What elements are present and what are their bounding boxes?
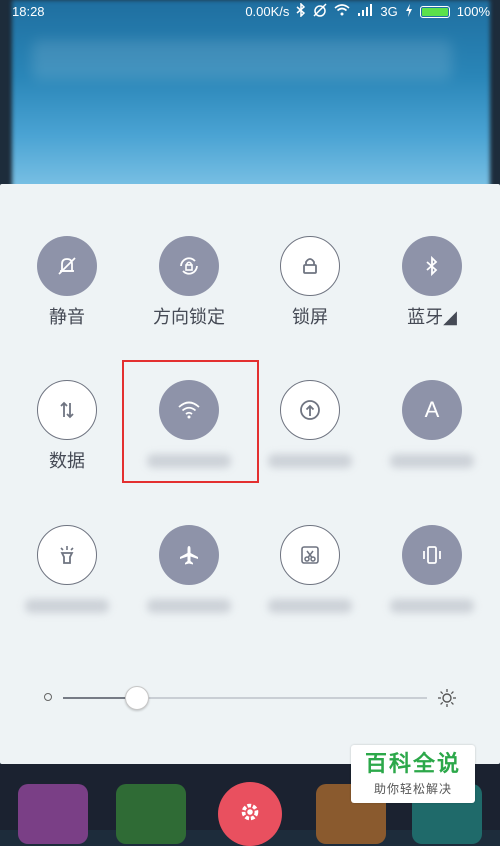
status-time: 18:28 xyxy=(12,4,45,19)
tile-upload-label-blurred xyxy=(268,454,352,468)
signal-icon xyxy=(357,4,373,20)
rotation-lock-icon xyxy=(159,236,219,296)
brightness-track[interactable] xyxy=(63,697,427,699)
tile-data-label: 数据 xyxy=(49,451,85,472)
highlight-box xyxy=(122,360,259,483)
tile-vibrate-label-blurred xyxy=(390,599,474,613)
auto-brightness-icon: A xyxy=(402,380,462,440)
tile-lock-screen[interactable]: 锁屏 xyxy=(255,236,365,330)
tile-airplane-label-blurred xyxy=(147,599,231,613)
tile-rotation-lock[interactable]: 方向锁定 xyxy=(134,236,244,330)
tile-bluetooth-label: 蓝牙◢ xyxy=(407,307,457,328)
brightness-high-icon xyxy=(438,689,456,707)
brightness-thumb[interactable] xyxy=(124,686,149,710)
net-speed: 0.00K/s xyxy=(245,4,290,19)
tile-data[interactable]: 数据 xyxy=(12,380,122,474)
bell-off-icon xyxy=(37,236,97,296)
data-arrows-icon xyxy=(37,380,97,440)
phone-app-icon[interactable] xyxy=(116,784,186,844)
bluetooth-icon xyxy=(296,2,306,21)
tile-auto-brightness-label-blurred xyxy=(390,454,474,468)
wifi-icon xyxy=(334,4,350,20)
charging-icon xyxy=(405,3,413,21)
watermark-logo: 百科全说 助你轻松解决 xyxy=(351,745,475,803)
contacts-app-icon[interactable] xyxy=(18,784,88,844)
tile-airplane[interactable] xyxy=(134,525,244,613)
tile-mute-label: 静音 xyxy=(49,307,85,328)
bluetooth-icon xyxy=(402,236,462,296)
tile-rotation-lock-label: 方向锁定 xyxy=(153,307,225,328)
tile-auto-brightness[interactable]: A xyxy=(377,380,487,468)
tile-bluetooth[interactable]: 蓝牙◢ xyxy=(377,236,487,330)
settings-app-icon[interactable] xyxy=(218,782,282,846)
battery-percent: 100% xyxy=(456,4,490,19)
battery-icon xyxy=(419,6,450,18)
upload-icon xyxy=(280,380,340,440)
screenshot-icon xyxy=(280,525,340,585)
tile-lock-screen-label: 锁屏 xyxy=(292,307,328,328)
watermark-title: 百科全说 xyxy=(364,752,461,777)
tile-upload[interactable] xyxy=(255,380,365,468)
watermark-subtitle: 助你轻松解决 xyxy=(373,782,452,796)
flashlight-icon xyxy=(37,525,97,585)
brightness-slider[interactable] xyxy=(44,686,464,710)
lock-icon xyxy=(280,236,340,296)
blurred-notification-area xyxy=(12,0,490,192)
alarm-off-icon xyxy=(313,3,327,21)
vibrate-icon xyxy=(402,525,462,585)
tile-screenshot[interactable] xyxy=(255,525,365,613)
auto-brightness-glyph: A xyxy=(424,397,440,422)
tile-flashlight-label-blurred xyxy=(25,599,109,613)
network-type: 3G xyxy=(380,4,398,19)
brightness-low-icon xyxy=(44,693,52,701)
tile-vibrate[interactable] xyxy=(377,525,487,613)
tile-mute[interactable]: 静音 xyxy=(12,236,122,330)
tile-flashlight[interactable] xyxy=(12,525,122,613)
status-bar: 18:28 0.00K/s 3G 100% xyxy=(0,0,500,24)
airplane-icon xyxy=(159,525,219,585)
tile-screenshot-label-blurred xyxy=(268,599,352,613)
